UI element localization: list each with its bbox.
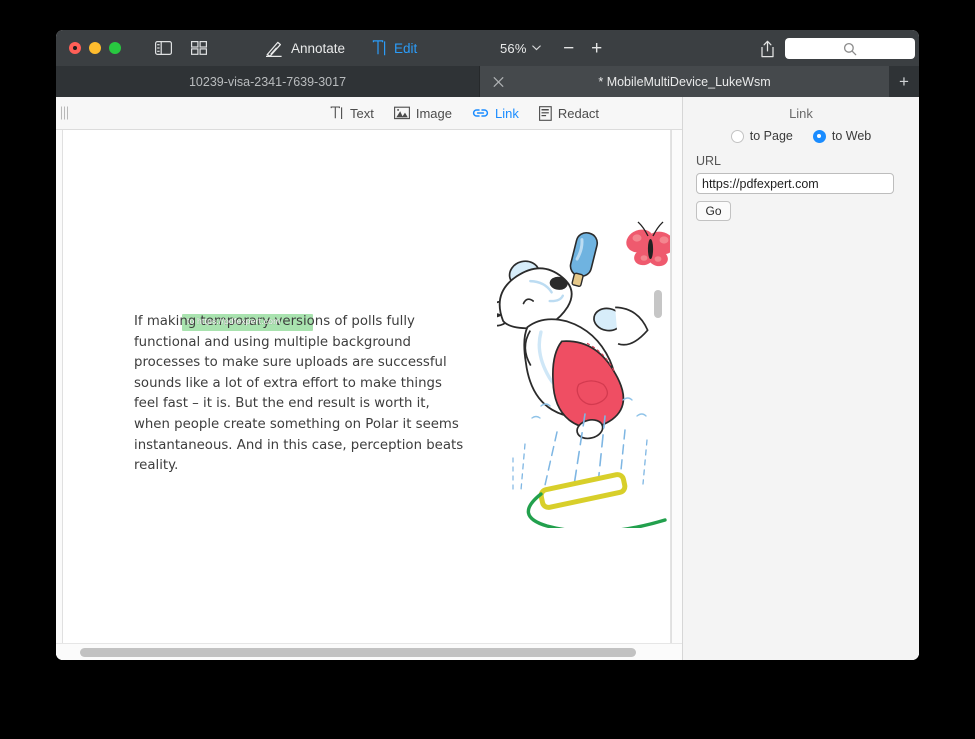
edit-tool-items: Text Image Link Redact (330, 97, 599, 129)
annotate-button[interactable]: Annotate (265, 30, 345, 66)
traffic-light-controls (69, 42, 121, 54)
close-window-button[interactable] (69, 42, 81, 54)
tool-link-button[interactable]: Link (472, 106, 519, 121)
drag-grip-icon[interactable] (61, 106, 68, 120)
text-icon (330, 106, 344, 120)
search-input[interactable] (785, 38, 915, 59)
tool-label: Image (415, 105, 452, 121)
url-label: URL (696, 154, 722, 168)
tool-redact-button[interactable]: Redact (538, 105, 600, 121)
search-icon (843, 42, 857, 56)
page-right-rule (670, 130, 671, 645)
butterfly-icon (626, 221, 671, 267)
tool-text-button[interactable]: Text (330, 106, 374, 121)
horizontal-scrollbar[interactable] (56, 643, 682, 660)
tool-label: Link (494, 105, 519, 121)
radio-to-page-label: to Page (749, 129, 793, 143)
zoom-level-value[interactable]: 56% (500, 41, 527, 56)
grid-view-button[interactable] (186, 37, 212, 59)
zoom-in-button[interactable]: + (586, 39, 608, 58)
page-vertical-scrollbar[interactable] (653, 130, 663, 645)
pen-icon (265, 40, 283, 57)
text-cursor-icon (372, 40, 387, 56)
sprinkler-icon (526, 472, 667, 528)
zoom-controls: 56% − + (500, 30, 608, 66)
link-inspector-panel: Link to Page to Web URL Go (683, 97, 919, 660)
window-body: Text Image Link Redact If making tempora… (56, 97, 919, 660)
radio-to-web[interactable]: to Web (812, 129, 872, 143)
close-icon[interactable] (493, 76, 504, 87)
chevron-down-icon[interactable] (531, 45, 541, 51)
go-button[interactable]: Go (696, 201, 731, 221)
document-paragraph[interactable]: If making temporary versions of polls fu… (134, 312, 464, 477)
url-input[interactable] (696, 173, 894, 194)
grid-icon (191, 41, 207, 55)
pdf-expert-window: Annotate Edit 56% − + 10239-visa-2341-76… (56, 30, 919, 660)
share-icon (760, 40, 775, 58)
window-titlebar: Annotate Edit 56% − + (56, 30, 919, 66)
edit-label: Edit (394, 40, 418, 56)
link-icon (472, 106, 489, 120)
sidebar-toggle-button[interactable] (150, 37, 176, 59)
page-scroll-area[interactable]: If making temporary versions of polls fu… (56, 130, 682, 660)
link-type-radio-group: to Page to Web (683, 129, 919, 143)
popsicle-icon (569, 231, 599, 287)
zoom-window-button[interactable] (109, 42, 121, 54)
panel-title: Link (789, 106, 813, 121)
image-icon (393, 106, 410, 120)
page-illustration (497, 218, 671, 528)
link-tooltip: to https://pdfexpert.com (187, 316, 281, 326)
annotate-label: Annotate (291, 40, 346, 56)
vertical-scroll-thumb[interactable] (654, 290, 662, 318)
radio-to-page[interactable]: to Page (730, 129, 793, 143)
tab-visa-document[interactable]: 10239-visa-2341-7639-3017 (56, 66, 480, 97)
new-tab-button[interactable]: + (889, 66, 919, 97)
radio-to-web-dot[interactable] (812, 129, 826, 143)
polar-bear-illustration (497, 221, 671, 528)
sidebar-icon (154, 41, 172, 55)
minimize-window-button[interactable] (89, 42, 101, 54)
tab-label: * MobileMultiDevice_LukeWsm (598, 74, 771, 89)
edit-button[interactable]: Edit (372, 30, 417, 66)
zoom-out-button[interactable]: − (558, 39, 580, 58)
radio-to-web-label: to Web (831, 129, 872, 143)
tool-image-button[interactable]: Image (393, 105, 452, 121)
redact-icon (538, 105, 552, 121)
radio-to-page-dot[interactable] (730, 129, 744, 143)
tool-label: Redact (557, 105, 600, 121)
tool-label: Text (350, 105, 374, 121)
tab-bar: 10239-visa-2341-7639-3017 * MobileMultiD… (56, 66, 919, 97)
share-button[interactable] (756, 38, 778, 60)
tab-label: 10239-visa-2341-7639-3017 (188, 74, 347, 89)
pdf-page[interactable]: If making temporary versions of polls fu… (62, 130, 672, 646)
tab-mobile-multidevice[interactable]: * MobileMultiDevice_LukeWsm (480, 66, 889, 97)
document-pane: Text Image Link Redact If making tempora… (56, 97, 683, 660)
edit-toolbar: Text Image Link Redact (56, 97, 682, 130)
horizontal-scroll-thumb[interactable] (80, 648, 636, 657)
